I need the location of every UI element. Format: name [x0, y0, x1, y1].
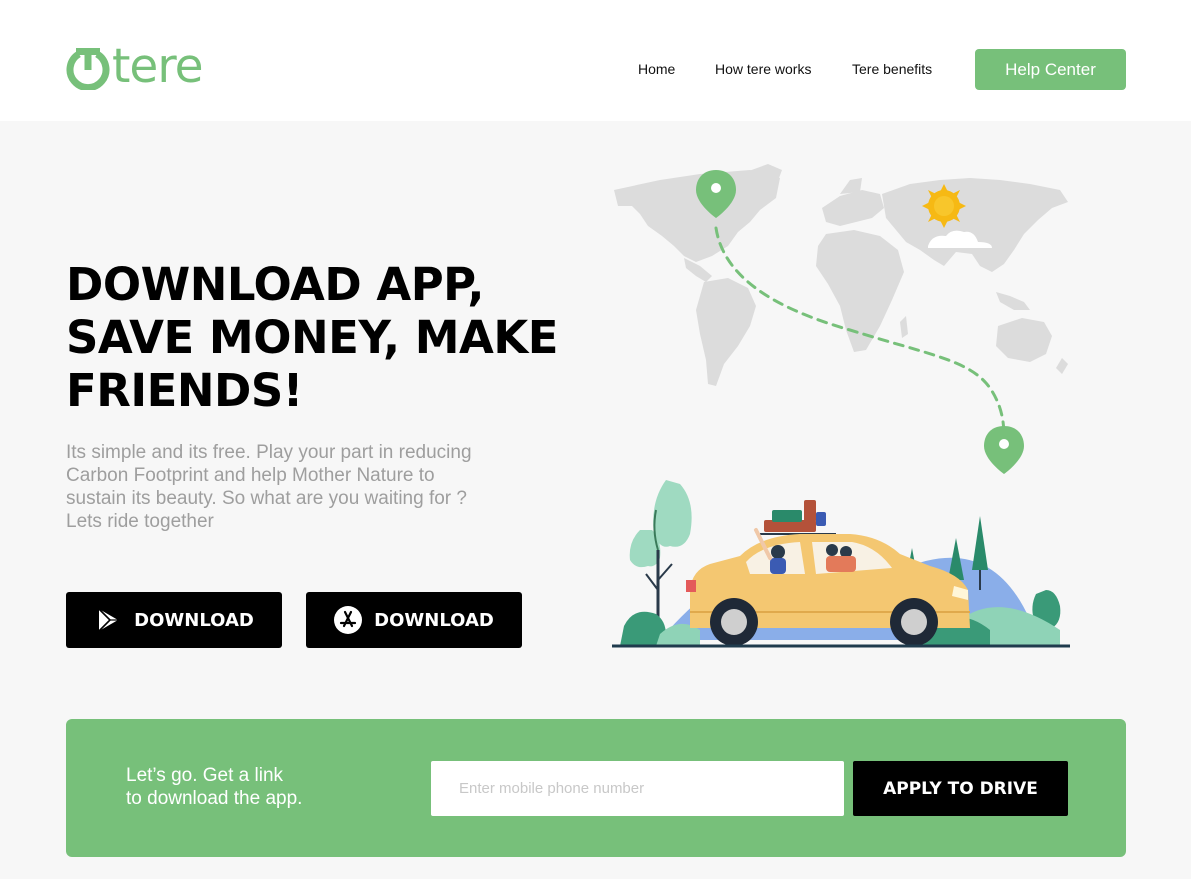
nav-tere-benefits[interactable]: Tere benefits [852, 60, 932, 78]
travel-illustration [612, 164, 1070, 648]
subtext-line: Its simple and its free. Play your part … [66, 442, 472, 463]
headline-line: FRIENDS! [66, 364, 303, 417]
app-store-download-button[interactable]: DOWNLOAD [306, 592, 522, 648]
nav-home[interactable]: Home [638, 60, 675, 78]
location-pin-icon [984, 426, 1024, 474]
google-play-icon [98, 608, 119, 632]
subtext-line: sustain its beauty. So what are you wait… [66, 488, 467, 509]
tere-logo[interactable]: tere [66, 39, 204, 94]
cta-line: to download the app. [126, 788, 303, 809]
google-play-download-button[interactable]: DOWNLOAD [66, 592, 282, 648]
cta-line: Let’s go. Get a link [126, 765, 284, 786]
subtext-line: Lets ride together [66, 511, 214, 532]
site-header: tere Home How tere works Tere benefits H… [0, 0, 1191, 121]
app-store-icon [334, 606, 363, 634]
logo-text: tere [112, 39, 204, 94]
pine-tree [972, 516, 988, 570]
download-label: DOWNLOAD [374, 609, 494, 631]
cta-text: Let’s go. Get a link to download the app… [126, 764, 386, 810]
hero-subtext: Its simple and its free. Play your part … [66, 441, 536, 533]
phone-number-input[interactable] [431, 761, 844, 816]
tree-left [629, 480, 692, 630]
world-map [614, 164, 1068, 386]
headline-line: DOWNLOAD APP, [66, 258, 485, 311]
subtext-line: Carbon Footprint and help Mother Nature … [66, 465, 435, 486]
power-logo-icon [66, 48, 110, 90]
apply-to-drive-button[interactable]: APPLY TO DRIVE [853, 761, 1068, 816]
help-center-button[interactable]: Help Center [975, 49, 1126, 90]
headline-line: SAVE MONEY, MAKE [66, 311, 558, 364]
sun-icon [922, 184, 966, 228]
hero-headline: DOWNLOAD APP, SAVE MONEY, MAKE FRIENDS! [66, 258, 566, 417]
nav-how-tere-works[interactable]: How tere works [715, 60, 811, 78]
luggage [760, 500, 836, 535]
download-label: DOWNLOAD [134, 609, 254, 631]
download-link-panel: Let’s go. Get a link to download the app… [66, 719, 1126, 857]
